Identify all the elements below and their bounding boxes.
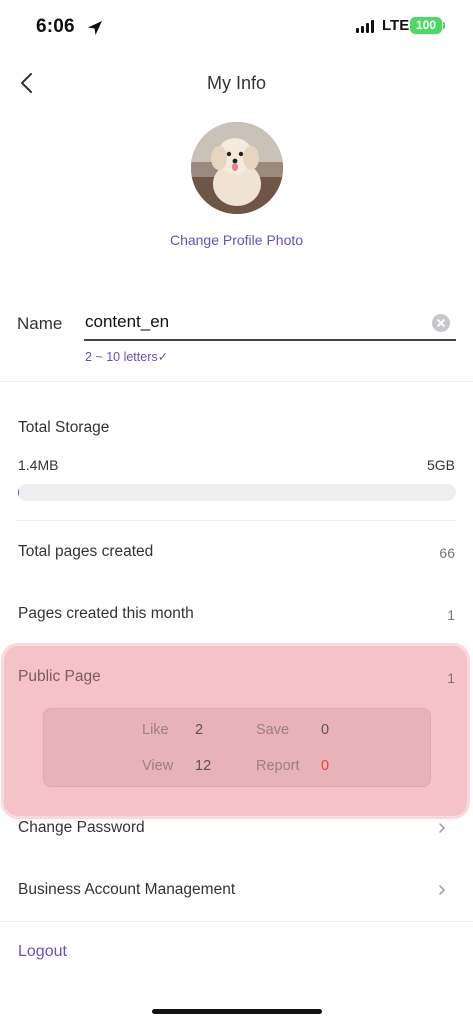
like-label: Like — [142, 722, 169, 738]
profile-avatar[interactable] — [191, 122, 283, 214]
total-storage-label: Total Storage — [18, 419, 110, 436]
section-divider — [0, 381, 473, 382]
save-label: Save — [256, 722, 290, 738]
change-password-item[interactable]: Change Password — [18, 819, 145, 837]
chevron-right-icon[interactable] — [437, 823, 447, 833]
change-profile-photo-link[interactable]: Change Profile Photo — [0, 232, 473, 248]
home-indicator[interactable] — [152, 1009, 322, 1014]
name-label: Name — [17, 314, 63, 333]
public-page-stats — [43, 708, 431, 787]
public-page-label: Public Page — [18, 668, 101, 685]
page-title: My Info — [206, 73, 267, 93]
like-value: 2 — [195, 722, 204, 738]
view-value: 12 — [195, 758, 212, 774]
status-time: 6:06 — [36, 16, 75, 37]
dog-photo-icon — [191, 122, 283, 214]
name-input[interactable] — [85, 312, 415, 332]
battery-icon: 100 — [410, 17, 442, 34]
view-label: View — [142, 758, 174, 774]
public-page-value: 1 — [447, 670, 455, 686]
section-divider — [17, 520, 456, 521]
total-pages-label: Total pages created — [18, 543, 154, 560]
storage-used: 1.4MB — [18, 457, 59, 473]
logout-button[interactable]: Logout — [18, 943, 67, 961]
cellular-signal-icon — [356, 20, 378, 33]
name-underline — [84, 339, 456, 341]
business-account-item[interactable]: Business Account Management — [18, 881, 235, 899]
report-value: 0 — [321, 758, 330, 774]
location-arrow-icon — [88, 21, 102, 35]
month-pages-value: 1 — [447, 607, 455, 623]
clear-text-icon[interactable] — [432, 314, 450, 332]
section-divider — [0, 921, 473, 922]
report-label: Report — [256, 758, 300, 774]
total-pages-value: 66 — [439, 545, 455, 561]
save-value: 0 — [321, 722, 330, 738]
battery-tip — [443, 22, 445, 29]
storage-max: 5GB — [426, 457, 455, 473]
name-length-hint: 2 ~ 10 letters✓ — [85, 350, 169, 364]
month-pages-label: Pages created this month — [18, 605, 194, 622]
chevron-right-icon[interactable] — [437, 885, 447, 895]
storage-progress-bar — [18, 484, 456, 501]
network-type: LTE — [382, 17, 410, 34]
